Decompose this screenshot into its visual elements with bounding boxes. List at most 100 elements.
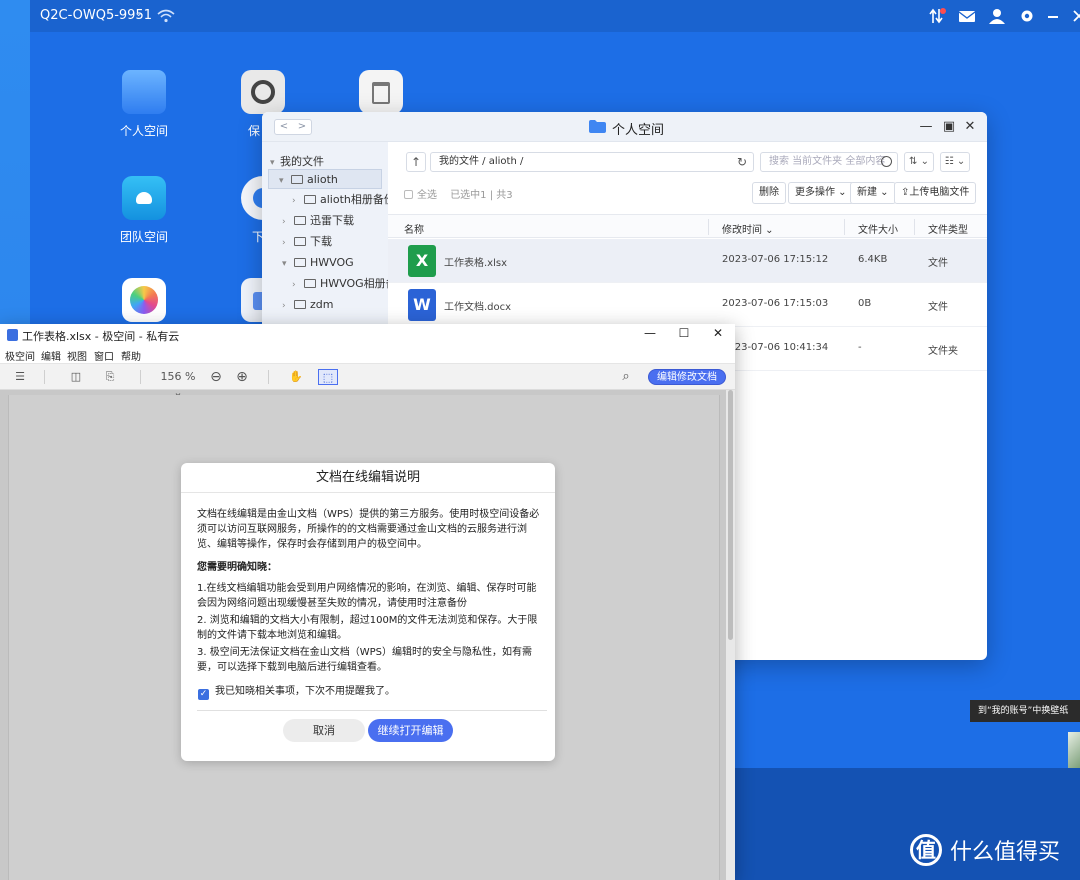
column-name[interactable]: 名称 [404, 221, 424, 236]
new-label: 新建 [857, 187, 877, 198]
menu-icon[interactable]: ☰ [12, 369, 28, 385]
upload-label: 上传电脑文件 [909, 187, 970, 198]
checkmark-icon[interactable]: ✓ [198, 689, 209, 700]
zoom-out-icon[interactable]: ⊖ [208, 369, 224, 385]
online-edit-dialog: 文档在线编辑说明 文档在线编辑是由金山文档（WPS）提供的第三方服务。使用时极空… [181, 463, 555, 761]
folder-icon [589, 120, 606, 133]
folder-icon [122, 70, 166, 114]
device-dropdown-icon[interactable]: ⌄ [134, 6, 143, 19]
file-modified: 2023-07-06 10:41:34 [722, 342, 829, 353]
desktop-icon-label: 团队空间 [119, 230, 168, 244]
tree-item-label: alioth [307, 173, 338, 186]
file-type: 文件夹 [928, 346, 958, 357]
viewer-title: 工作表格.xlsx - 极空间 - 私有云 [22, 330, 180, 343]
search-input[interactable]: 搜索 当前文件夹 全部内容 [760, 152, 898, 172]
zoom-value: 156 % [160, 370, 196, 383]
maximize-button[interactable]: ☐ [675, 326, 693, 340]
tree-item-hwvog-album[interactable]: ›HWVOG相册备份 [292, 274, 388, 294]
minimize-icon[interactable] [1044, 8, 1062, 24]
select-tool-icon[interactable]: ⬚ [318, 369, 338, 385]
minimize-button[interactable]: — [641, 326, 659, 340]
refresh-icon[interactable]: ↻ [737, 153, 747, 171]
desktop-icon-label: 个人空间 [119, 124, 168, 138]
edit-document-button[interactable]: 编辑修改文档 [648, 369, 726, 385]
menu-item[interactable]: 编辑 [41, 348, 61, 363]
menu-item[interactable]: 极空间 [5, 348, 35, 363]
continue-edit-button[interactable]: 继续打开编辑 [368, 719, 453, 742]
viewer-titlebar: 工作表格.xlsx - 极空间 - 私有云 — ☐ ✕ [0, 324, 735, 346]
close-button[interactable]: ✕ [709, 326, 727, 340]
file-modified: 2023-07-06 17:15:03 [722, 298, 829, 309]
tree-item-alioth-album[interactable]: › alioth相册备份 [292, 190, 388, 210]
upload-button[interactable]: ⇪上传电脑文件 [894, 182, 977, 204]
tree-item-hwvog[interactable]: ▾ HWVOG [282, 253, 354, 273]
mail-icon[interactable] [958, 8, 976, 24]
table-row[interactable]: X 工作表格.xlsx 2023-07-06 17:15:12 6.4KB 文件 [388, 239, 987, 283]
column-type[interactable]: 文件类型 [928, 221, 968, 236]
select-all[interactable]: 全选 已选中1 | 共3 [404, 186, 513, 201]
up-level-button[interactable]: ↑ [406, 152, 426, 172]
menu-item[interactable]: 窗口 [94, 348, 114, 363]
tree-item-label: HWVOG [310, 256, 354, 269]
tree-item-download[interactable]: › 下载 [282, 232, 332, 252]
checkbox-label: 我已知晓相关事项，下次不用提醒我了。 [215, 686, 395, 697]
back-button[interactable]: < [275, 120, 293, 134]
dialog-item: 3. 极空间无法保证文档在金山文档（WPS）编辑时的安全与隐私性，如有需要，可以… [197, 647, 532, 673]
sidebar-toggle-icon[interactable]: ◫ [68, 369, 84, 385]
new-button[interactable]: 新建 ⌄ [850, 182, 896, 204]
zoom-in-icon[interactable]: ⊕ [234, 369, 250, 385]
tree-item-zdm[interactable]: › zdm [282, 295, 333, 315]
hand-tool-icon[interactable]: ✋ [288, 369, 304, 385]
desktop-icon-recycle-bin[interactable] [336, 70, 426, 114]
dialog-subheading: 您需要明确知晓： [197, 562, 277, 573]
menu-item[interactable]: 帮助 [121, 348, 141, 363]
user-icon[interactable] [988, 8, 1006, 24]
path-input[interactable]: 我的文件 / alioth / ↻ [430, 152, 754, 172]
file-name: 工作文档.docx [444, 302, 512, 313]
photos-icon [122, 278, 166, 322]
dialog-intro: 文档在线编辑是由金山文档（WPS）提供的第三方服务。使用时极空间设备必须可以访问… [197, 509, 540, 550]
toolbar-divider [268, 370, 269, 384]
zoom-dropdown[interactable]: 156 % ⌄ [156, 369, 200, 399]
column-size[interactable]: 文件大小 [858, 221, 898, 236]
close-button[interactable]: ✕ [962, 119, 978, 134]
search-placeholder: 搜索 当前文件夹 全部内容 [769, 156, 886, 167]
delete-button[interactable]: 删除 [752, 182, 786, 204]
file-type: 文件 [928, 302, 948, 313]
desktop-icon-personal-space[interactable]: 个人空间 [99, 70, 189, 139]
desktop-icon-team-space[interactable]: 团队空间 [99, 176, 189, 245]
more-actions-button[interactable]: 更多操作 ⌄ [788, 182, 854, 204]
dialog-title: 文档在线编辑说明 [181, 463, 555, 493]
select-all-checkbox[interactable] [404, 190, 413, 199]
desktop-icon-photos[interactable] [99, 278, 189, 322]
file-manager-titlebar: < > 个人空间 — ▣ ✕ [262, 112, 987, 142]
column-divider [914, 219, 915, 235]
column-modified[interactable]: 修改时间 ⌄ [722, 221, 774, 236]
table-row[interactable]: W 工作文档.docx 2023-07-06 17:15:03 0B 文件 [388, 283, 987, 327]
tree-item-xunlei[interactable]: › 迅雷下载 [282, 211, 354, 231]
tree-item-alioth[interactable]: ▾ alioth [268, 169, 382, 189]
sort-button[interactable]: ⇅ ⌄ [904, 152, 934, 172]
file-size: 0B [858, 298, 872, 309]
transfer-icon[interactable] [928, 8, 946, 24]
forward-button[interactable]: > [293, 120, 311, 134]
view-mode-button[interactable]: ☷ ⌄ [940, 152, 970, 172]
vertical-scrollbar[interactable] [726, 390, 735, 880]
dont-remind-checkbox[interactable]: ✓ 我已知晓相关事项，下次不用提醒我了。 [198, 682, 395, 700]
cancel-button[interactable]: 取消 [283, 719, 365, 742]
folder-icon [294, 300, 306, 309]
search-icon[interactable]: ⌕ [618, 369, 634, 385]
menu-item[interactable]: 视图 [67, 348, 87, 363]
file-info-icon[interactable]: ⎘ [102, 369, 118, 385]
tree-root-label: 我的文件 [280, 155, 324, 168]
search-icon[interactable] [881, 156, 892, 167]
minimize-button[interactable]: — [918, 119, 934, 134]
word-icon: W [408, 289, 436, 321]
gear-icon[interactable] [1018, 8, 1036, 24]
close-icon[interactable] [1070, 8, 1080, 24]
folder-icon [291, 175, 303, 184]
folder-icon [294, 216, 306, 225]
toolbar-divider [44, 370, 45, 384]
maximize-button[interactable]: ▣ [941, 119, 957, 134]
scrollbar-thumb[interactable] [728, 390, 733, 640]
